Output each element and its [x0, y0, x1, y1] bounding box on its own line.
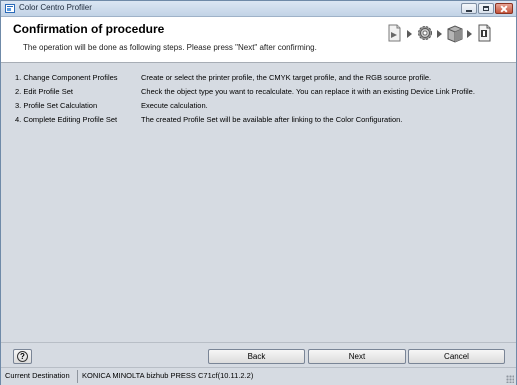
close-button[interactable]: [495, 3, 513, 14]
app-window: Color Centro Profiler Confirmation of pr…: [0, 0, 517, 385]
step-description: Check the object type you want to recalc…: [141, 87, 475, 96]
step-name: 1. Change Component Profiles: [15, 73, 118, 82]
current-destination-value: KONICA MINOLTA bizhub PRESS C71cf(10.11.…: [82, 371, 254, 380]
step-arrow-icon: [467, 30, 472, 38]
status-bar: Current Destination KONICA MINOLTA bizhu…: [1, 367, 516, 385]
step-name: 3. Profile Set Calculation: [15, 101, 98, 110]
help-button[interactable]: ?: [13, 349, 32, 364]
package-icon: [446, 23, 464, 43]
maximize-button[interactable]: [478, 3, 494, 14]
step-arrow-icon: [437, 30, 442, 38]
page-title: Confirmation of procedure: [13, 22, 165, 36]
title-bar[interactable]: Color Centro Profiler: [1, 1, 516, 17]
app-icon: [5, 4, 15, 13]
page-subtitle: The operation will be done as following …: [23, 43, 317, 52]
help-icon: ?: [17, 351, 28, 362]
wizard-header: Confirmation of procedure The operation …: [1, 17, 516, 63]
footer-divider: [1, 342, 516, 343]
document-info-icon: [476, 23, 494, 43]
window-title: Color Centro Profiler: [19, 3, 92, 12]
wizard-steps-indicator: [386, 23, 508, 45]
step-description: The created Profile Set will be availabl…: [141, 115, 403, 124]
cancel-button[interactable]: Cancel: [408, 349, 505, 364]
step-arrow-icon: [407, 30, 412, 38]
minimize-button[interactable]: [461, 3, 477, 14]
step-description: Execute calculation.: [141, 101, 208, 110]
procedure-steps: 1. Change Component Profiles Create or s…: [9, 69, 507, 341]
gear-icon: [416, 23, 434, 43]
step-name: 4. Complete Editing Profile Set: [15, 115, 118, 124]
next-button[interactable]: Next: [308, 349, 406, 364]
document-arrow-icon: [386, 23, 404, 43]
step-name: 2. Edit Profile Set: [15, 87, 73, 96]
step-description: Create or select the printer profile, th…: [141, 73, 432, 82]
status-label: Current Destination: [5, 371, 70, 380]
back-button[interactable]: Back: [208, 349, 305, 364]
resize-grip-icon[interactable]: [506, 375, 514, 383]
status-divider: [77, 370, 78, 383]
